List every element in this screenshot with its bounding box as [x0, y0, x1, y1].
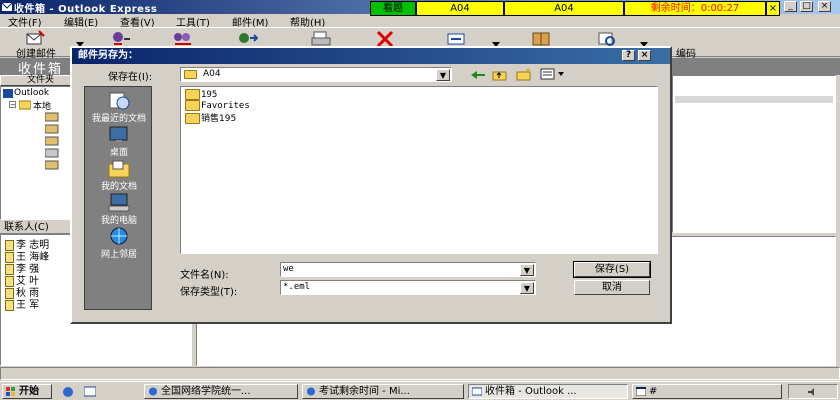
- place-my-computer[interactable]: 我的电脑: [85, 193, 153, 226]
- status-bar: [0, 367, 840, 380]
- place-label: 我的文档: [100, 182, 137, 192]
- message-row[interactable]: [675, 96, 833, 103]
- place-network[interactable]: 网上邻居: [85, 227, 153, 260]
- dialog-close-button[interactable]: ×: [638, 50, 651, 61]
- filename-input[interactable]: we ▼: [280, 262, 536, 277]
- dialog-help-button[interactable]: ?: [622, 50, 635, 61]
- save-in-label: 保存在(I):: [108, 72, 153, 83]
- desktop-icon: [109, 126, 128, 143]
- file-item[interactable]: 销售195: [185, 111, 236, 124]
- ie-icon: [307, 387, 315, 396]
- outbox-icon[interactable]: [45, 124, 59, 134]
- back-arrow-icon[interactable]: [470, 70, 486, 80]
- window-icon: [636, 387, 646, 396]
- outlook-icon: [3, 89, 13, 98]
- file-item[interactable]: 195: [185, 89, 217, 100]
- system-tray: [788, 384, 838, 399]
- filetype-label: 保存类型(T):: [180, 287, 238, 298]
- chevron-down-icon[interactable]: [558, 72, 564, 76]
- local-folders-icon: [19, 100, 31, 110]
- inbox-icon[interactable]: [45, 112, 59, 122]
- place-my-documents[interactable]: 我的文档: [85, 159, 153, 192]
- contact-item[interactable]: 王 军: [5, 296, 39, 311]
- task-browser[interactable]: 全国网络学院统一...: [144, 384, 298, 399]
- filetype-value: *.eml: [283, 282, 311, 292]
- my-documents-icon: [108, 160, 130, 178]
- folders-tab[interactable]: 文件夹: [0, 75, 72, 86]
- place-label: 我最近的文档: [91, 114, 146, 124]
- place-recent[interactable]: 我最近的文档: [85, 91, 153, 124]
- file-item[interactable]: Favorites: [185, 100, 250, 111]
- place-label: 桌面: [109, 148, 128, 158]
- volume-icon[interactable]: [807, 387, 817, 397]
- deleted-items-icon[interactable]: [45, 148, 59, 158]
- dialog-title: 邮件另存为：: [72, 48, 670, 64]
- filename-label: 文件名(N):: [180, 270, 229, 281]
- folder-icon: [185, 100, 200, 111]
- chevron-down-icon[interactable]: ▼: [436, 69, 450, 81]
- places-bar: 我最近的文档 桌面 我的文档 我的电脑 网上邻居: [84, 86, 152, 310]
- file-list[interactable]: 195 Favorites 销售195: [180, 86, 658, 254]
- save-in-value: A04: [203, 69, 221, 79]
- start-label: 开始: [19, 386, 39, 397]
- drafts-icon[interactable]: [45, 160, 59, 170]
- up-folder-icon[interactable]: [492, 68, 508, 81]
- start-button[interactable]: 开始: [2, 384, 52, 399]
- menu-bar: 文件(F) 编辑(E) 查看(V) 工具(T) 邮件(M) 帮助(H): [0, 14, 840, 29]
- tree-local-folders[interactable]: 本地: [33, 99, 51, 112]
- minimize-button[interactable]: _: [784, 1, 797, 12]
- place-desktop[interactable]: 桌面: [85, 125, 153, 158]
- folder-icon: [185, 113, 200, 124]
- sent-items-icon[interactable]: [45, 136, 59, 146]
- place-label: 我的电脑: [100, 216, 137, 226]
- window-title: 收件箱 - Outlook Express: [14, 4, 158, 15]
- outlook-icon: [2, 2, 12, 11]
- windows-logo-icon: [6, 387, 15, 396]
- task-dialog[interactable]: #: [632, 384, 782, 399]
- close-button[interactable]: ×: [818, 1, 831, 12]
- chevron-down-icon[interactable]: ▼: [520, 264, 534, 276]
- save-as-dialog: 邮件另存为： ? × 保存在(I): A04 ▼ 我最近的文档 桌面 我的文档 …: [70, 46, 672, 324]
- outlook-icon: [472, 387, 482, 396]
- my-computer-icon: [108, 193, 130, 212]
- folder-icon: [184, 70, 197, 79]
- maximize-button[interactable]: □: [800, 1, 813, 12]
- task-exam-timer[interactable]: 考试剩余时间 - Mi...: [302, 384, 464, 399]
- place-label: 网上邻居: [100, 250, 137, 260]
- folder-tree: Outlook − 本地: [0, 86, 72, 220]
- ie-icon[interactable]: [62, 386, 74, 397]
- recent-docs-icon: [109, 92, 130, 110]
- message-list[interactable]: [672, 75, 836, 233]
- network-places-icon: [110, 227, 128, 245]
- contacts-header[interactable]: 联系人(C): [0, 222, 72, 234]
- view-menu-icon[interactable]: [540, 68, 556, 80]
- cancel-button[interactable]: 取消: [574, 280, 650, 295]
- save-button[interactable]: 保存(S): [573, 261, 651, 278]
- chevron-down-icon[interactable]: ▼: [520, 282, 534, 294]
- filetype-select[interactable]: *.eml ▼: [280, 280, 536, 295]
- outlook-quick-icon[interactable]: [84, 386, 96, 397]
- tree-expander[interactable]: −: [9, 101, 16, 109]
- save-in-combo[interactable]: A04 ▼: [180, 67, 452, 82]
- taskbar: 开始 全国网络学院统一... 考试剩余时间 - Mi... 收件箱 - Outl…: [0, 381, 840, 400]
- ie-icon: [149, 387, 157, 396]
- tree-root[interactable]: Outlook: [14, 88, 49, 98]
- new-folder-icon[interactable]: [516, 68, 532, 81]
- filename-value: we: [283, 264, 294, 274]
- contact-card-icon: [5, 299, 14, 311]
- task-outlook[interactable]: 收件箱 - Outlook ...: [468, 384, 628, 399]
- folder-icon: [185, 89, 200, 100]
